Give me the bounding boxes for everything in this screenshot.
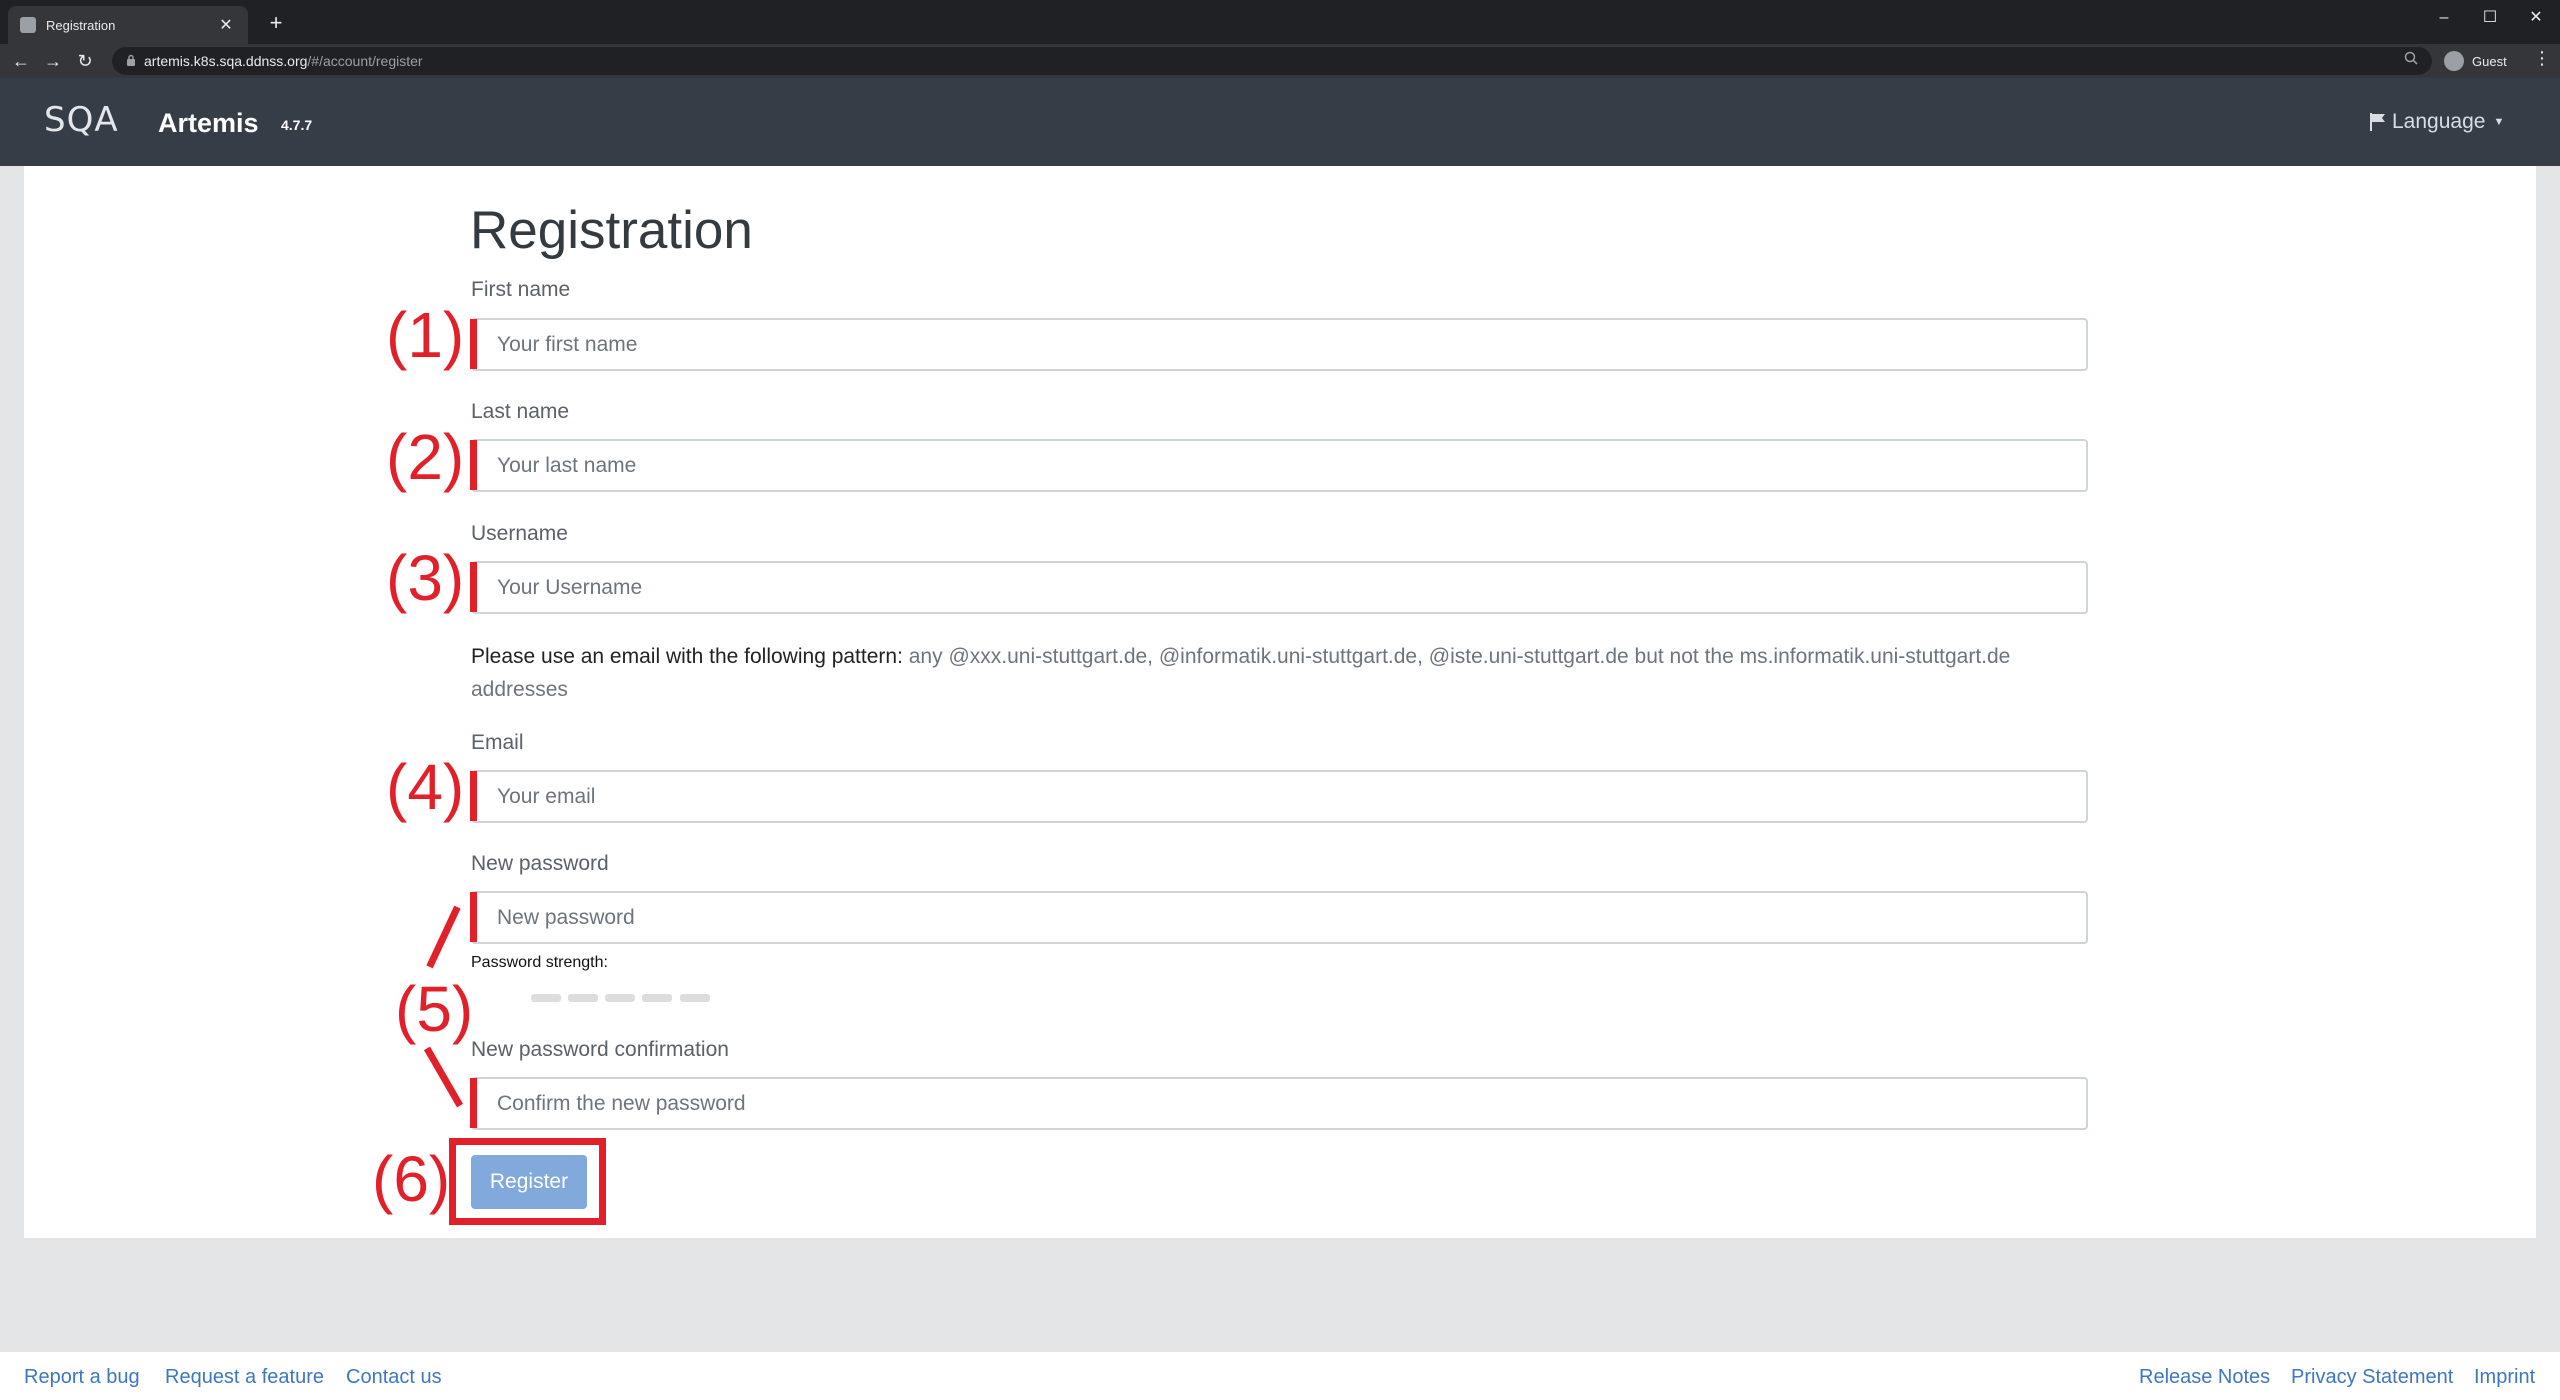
favicon-icon bbox=[20, 17, 36, 33]
annotation-label-4: (4) bbox=[386, 751, 465, 823]
minimize-button[interactable]: – bbox=[2424, 4, 2464, 32]
annotation-label-6: (6) bbox=[372, 1143, 451, 1215]
release-notes-link[interactable]: Release Notes bbox=[2139, 1366, 2270, 1389]
close-window-button[interactable]: ✕ bbox=[2516, 4, 2556, 32]
annotation-label-1: (1) bbox=[386, 299, 465, 371]
annotation-bar-1 bbox=[470, 319, 477, 369]
request-feature-link[interactable]: Request a feature bbox=[165, 1366, 324, 1389]
forward-button[interactable]: → bbox=[40, 48, 66, 74]
tab-title: Registration bbox=[46, 17, 116, 33]
first-name-input[interactable] bbox=[471, 318, 2088, 371]
confirm-password-label: New password confirmation bbox=[471, 1038, 729, 1061]
confirm-password-input[interactable] bbox=[471, 1077, 2088, 1130]
language-label: Language bbox=[2392, 110, 2486, 133]
email-input[interactable] bbox=[471, 770, 2088, 823]
profile-label: Guest bbox=[2472, 53, 2507, 69]
annotation-label-2: (2) bbox=[386, 421, 465, 493]
maximize-button[interactable]: ☐ bbox=[2470, 4, 2510, 32]
chevron-down-icon: ▼ bbox=[2493, 116, 2505, 128]
privacy-statement-link[interactable]: Privacy Statement bbox=[2291, 1366, 2453, 1389]
browser-tab[interactable]: Registration ✕ bbox=[8, 6, 248, 44]
annotation-bar-5b bbox=[470, 1078, 477, 1128]
strength-segment bbox=[531, 994, 561, 1002]
annotation-label-5: (5) bbox=[395, 973, 474, 1045]
zoom-icon[interactable] bbox=[2404, 51, 2418, 69]
email-label: Email bbox=[471, 731, 524, 754]
close-tab-icon[interactable]: ✕ bbox=[216, 15, 236, 35]
avatar-icon bbox=[2444, 51, 2464, 71]
new-tab-button[interactable]: + bbox=[260, 8, 292, 40]
new-password-input[interactable] bbox=[471, 891, 2088, 944]
new-password-label: New password bbox=[471, 852, 609, 875]
annotation-bar-3 bbox=[470, 562, 477, 612]
annotation-bar-4 bbox=[470, 771, 477, 821]
email-hint-lead: Please use an email with the following p… bbox=[471, 645, 903, 668]
email-pattern-hint: Please use an email with the following p… bbox=[471, 640, 2031, 706]
last-name-label: Last name bbox=[471, 400, 570, 423]
address-bar[interactable]: artemis.k8s.sqa.ddnss.org /#/account/reg… bbox=[112, 47, 2432, 75]
page-footer: Report a bug Request a feature Contact u… bbox=[0, 1352, 2560, 1400]
lock-icon bbox=[126, 54, 136, 69]
report-bug-link[interactable]: Report a bug bbox=[24, 1366, 140, 1389]
flag-icon bbox=[2370, 113, 2386, 131]
strength-segment bbox=[568, 994, 598, 1002]
app-navbar: SQA Artemis 4.7.7 Language ▼ bbox=[0, 78, 2560, 166]
annotation-label-3: (3) bbox=[386, 542, 465, 614]
browser-toolbar: ← → ↻ artemis.k8s.sqa.ddnss.org /#/accou… bbox=[0, 44, 2560, 78]
last-name-input[interactable] bbox=[471, 439, 2088, 492]
imprint-link[interactable]: Imprint bbox=[2474, 1366, 2535, 1389]
browser-menu-icon[interactable]: ⋮ bbox=[2532, 48, 2552, 69]
contact-us-link[interactable]: Contact us bbox=[346, 1366, 442, 1389]
browser-tabstrip: Registration ✕ + – ☐ ✕ bbox=[0, 0, 2560, 44]
username-label: Username bbox=[471, 522, 568, 545]
language-dropdown[interactable]: Language ▼ bbox=[2370, 110, 2504, 134]
url-path: /#/account/register bbox=[307, 53, 423, 69]
strength-segment bbox=[680, 994, 710, 1002]
annotation-bar-2 bbox=[470, 440, 477, 490]
profile-button[interactable]: Guest bbox=[2444, 48, 2507, 74]
first-name-label: First name bbox=[471, 278, 571, 301]
strength-segment bbox=[605, 994, 635, 1002]
sqa-logo[interactable]: SQA bbox=[44, 100, 119, 140]
annotation-bar-5a bbox=[470, 892, 477, 942]
username-input[interactable] bbox=[471, 561, 2088, 614]
brand-name[interactable]: Artemis bbox=[158, 108, 259, 139]
reload-button[interactable]: ↻ bbox=[72, 48, 98, 74]
register-button[interactable]: Register bbox=[471, 1155, 587, 1209]
back-button[interactable]: ← bbox=[8, 48, 34, 74]
url-host: artemis.k8s.sqa.ddnss.org bbox=[144, 53, 308, 69]
page-title: Registration bbox=[470, 201, 753, 260]
password-strength-label: Password strength: bbox=[471, 954, 608, 971]
strength-segment bbox=[642, 994, 672, 1002]
version-label: 4.7.7 bbox=[281, 117, 313, 133]
